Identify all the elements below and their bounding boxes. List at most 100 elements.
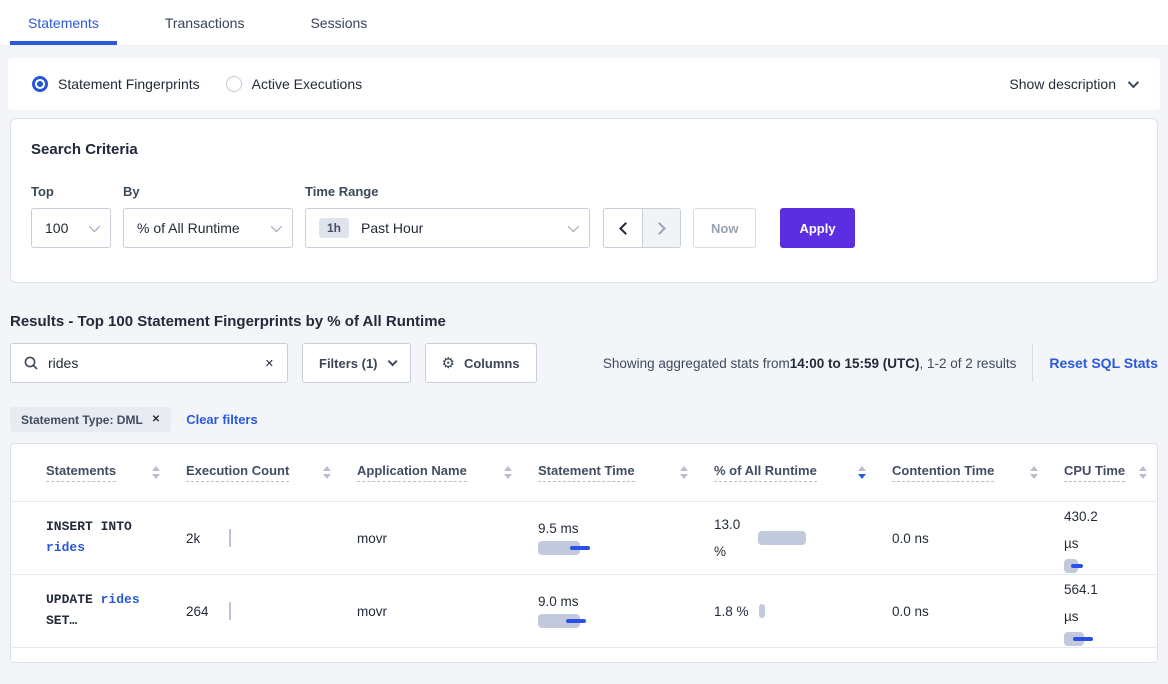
statement-fingerprint-link[interactable]: rides — [101, 592, 140, 607]
now-button[interactable]: Now — [693, 208, 756, 248]
radio-active-executions[interactable]: Active Executions — [226, 76, 363, 92]
table-header-row: Statements Execution Count Application N… — [11, 444, 1157, 501]
top-select-value: 100 — [45, 220, 68, 236]
tab-transactions[interactable]: Transactions — [147, 0, 263, 45]
gear-icon: ⚙ — [442, 354, 455, 372]
apply-button[interactable]: Apply — [780, 208, 854, 248]
statement-time-cell: 9.5 ms — [538, 521, 714, 555]
search-criteria-title: Search Criteria — [31, 141, 1137, 158]
cpu-time-cell: 564.1 µs — [1064, 576, 1157, 646]
statement-time-cell: 9.0 ms — [538, 594, 714, 628]
time-range-field: Time Range 1h Past Hour — [305, 184, 590, 248]
chevron-down-icon — [1128, 77, 1139, 88]
sort-icon — [323, 466, 331, 479]
filters-button[interactable]: Filters (1) — [302, 343, 411, 383]
cpu-time-cell: 430.2 µs — [1064, 503, 1157, 573]
stats-suffix: , 1-2 of 2 results — [920, 356, 1017, 371]
search-criteria-card: Search Criteria Top 100 By % of All Runt… — [10, 118, 1158, 283]
next-row-cutoff — [11, 647, 1157, 662]
search-input[interactable] — [48, 355, 255, 371]
radio-unselected-icon — [226, 76, 242, 92]
pct-of-all-runtime-cell: 1.8 % — [714, 604, 892, 619]
statement-fingerprint-link[interactable]: rides — [46, 540, 85, 555]
pct-of-all-runtime-cell: 13.0 % — [714, 511, 892, 565]
cpu-time-bar — [1064, 632, 1144, 646]
show-description-label: Show description — [1009, 76, 1116, 92]
radio-selected-icon — [32, 76, 48, 92]
statement-time-bar — [538, 541, 618, 555]
results-table: Statements Execution Count Application N… — [10, 443, 1158, 663]
pct-runtime-bar — [759, 604, 765, 618]
tab-sessions[interactable]: Sessions — [292, 0, 385, 45]
application-name-cell: movr — [357, 531, 538, 546]
previous-time-range-button[interactable] — [604, 209, 642, 247]
radio-statement-fingerprints[interactable]: Statement Fingerprints — [32, 76, 200, 92]
top-tab-bar: Statements Transactions Sessions — [0, 0, 1168, 46]
sort-desc-icon — [858, 466, 866, 479]
execution-count-bar — [229, 529, 231, 547]
statement-cell: UPDATE rides SET… — [46, 590, 166, 632]
filter-chip-row: Statement Type: DML ✕ Clear filters — [10, 407, 1158, 432]
pct-runtime-bar — [758, 531, 806, 545]
by-label: By — [123, 184, 293, 199]
time-range-value: Past Hour — [361, 220, 423, 236]
sort-icon — [504, 466, 512, 479]
show-description-toggle[interactable]: Show description — [1009, 76, 1136, 92]
sort-icon — [1030, 466, 1038, 479]
column-header-cpu-time[interactable]: CPU Time — [1064, 463, 1157, 482]
chevron-left-icon — [619, 222, 632, 235]
application-name-cell: movr — [357, 604, 538, 619]
execution-count-cell: 2k — [186, 531, 357, 546]
time-range-badge: 1h — [319, 218, 349, 238]
next-time-range-button[interactable] — [642, 209, 680, 247]
column-header-statements[interactable]: Statements — [46, 463, 186, 482]
search-box: ✕ — [10, 343, 288, 383]
chevron-down-icon — [387, 356, 397, 366]
filter-chip-statement-type[interactable]: Statement Type: DML ✕ — [10, 407, 171, 432]
sort-icon — [152, 466, 160, 479]
filter-chip-label: Statement Type: DML — [21, 413, 143, 427]
statement-cell: INSERT INTO rides — [46, 517, 166, 559]
column-header-pct-of-all-runtime[interactable]: % of All Runtime — [714, 463, 892, 482]
sort-icon — [1139, 466, 1147, 479]
time-range-select[interactable]: 1h Past Hour — [305, 208, 590, 248]
execution-count-cell: 264 — [186, 604, 357, 619]
radio-statement-fingerprints-label: Statement Fingerprints — [58, 76, 200, 92]
cpu-time-bar — [1064, 559, 1144, 573]
column-header-application-name[interactable]: Application Name — [357, 463, 538, 482]
stats-prefix: Showing aggregated stats from — [603, 356, 790, 371]
view-mode-panel: Statement Fingerprints Active Executions… — [8, 58, 1160, 110]
top-label: Top — [31, 184, 111, 199]
clear-filters-link[interactable]: Clear filters — [186, 412, 258, 427]
filters-button-label: Filters (1) — [319, 356, 378, 371]
table-row: INSERT INTO rides 2k movr 9.5 ms 13.0 % … — [11, 501, 1157, 574]
column-header-contention-time[interactable]: Contention Time — [892, 463, 1064, 482]
clear-search-icon[interactable]: ✕ — [265, 357, 274, 370]
results-heading: Results - Top 100 Statement Fingerprints… — [10, 313, 1158, 330]
chevron-down-icon — [568, 221, 579, 232]
by-field: By % of All Runtime — [123, 184, 293, 248]
table-row: UPDATE rides SET… 264 movr 9.0 ms 1.8 % … — [11, 574, 1157, 647]
by-select[interactable]: % of All Runtime — [123, 208, 293, 248]
remove-filter-icon[interactable]: ✕ — [152, 414, 160, 425]
time-range-pager — [603, 208, 681, 248]
tab-statements[interactable]: Statements — [10, 0, 117, 45]
results-controls-row: ✕ Filters (1) ⚙ Columns Showing aggregat… — [10, 343, 1158, 383]
columns-button[interactable]: ⚙ Columns — [425, 343, 537, 383]
reset-sql-stats-link[interactable]: Reset SQL Stats — [1049, 355, 1158, 371]
execution-count-bar — [229, 602, 231, 620]
top-field: Top 100 — [31, 184, 111, 248]
radio-active-executions-label: Active Executions — [252, 76, 363, 92]
top-select[interactable]: 100 — [31, 208, 111, 248]
aggregated-stats-text: Showing aggregated stats from 14:00 to 1… — [603, 356, 1016, 371]
column-header-statement-time[interactable]: Statement Time — [538, 463, 714, 482]
time-range-label: Time Range — [305, 184, 590, 199]
contention-time-cell: 0.0 ns — [892, 604, 1064, 619]
search-icon — [24, 356, 38, 370]
vertical-divider — [1032, 344, 1033, 382]
column-header-execution-count[interactable]: Execution Count — [186, 463, 357, 482]
statement-time-bar — [538, 614, 618, 628]
chevron-right-icon — [653, 222, 666, 235]
contention-time-cell: 0.0 ns — [892, 531, 1064, 546]
chevron-down-icon — [271, 221, 282, 232]
